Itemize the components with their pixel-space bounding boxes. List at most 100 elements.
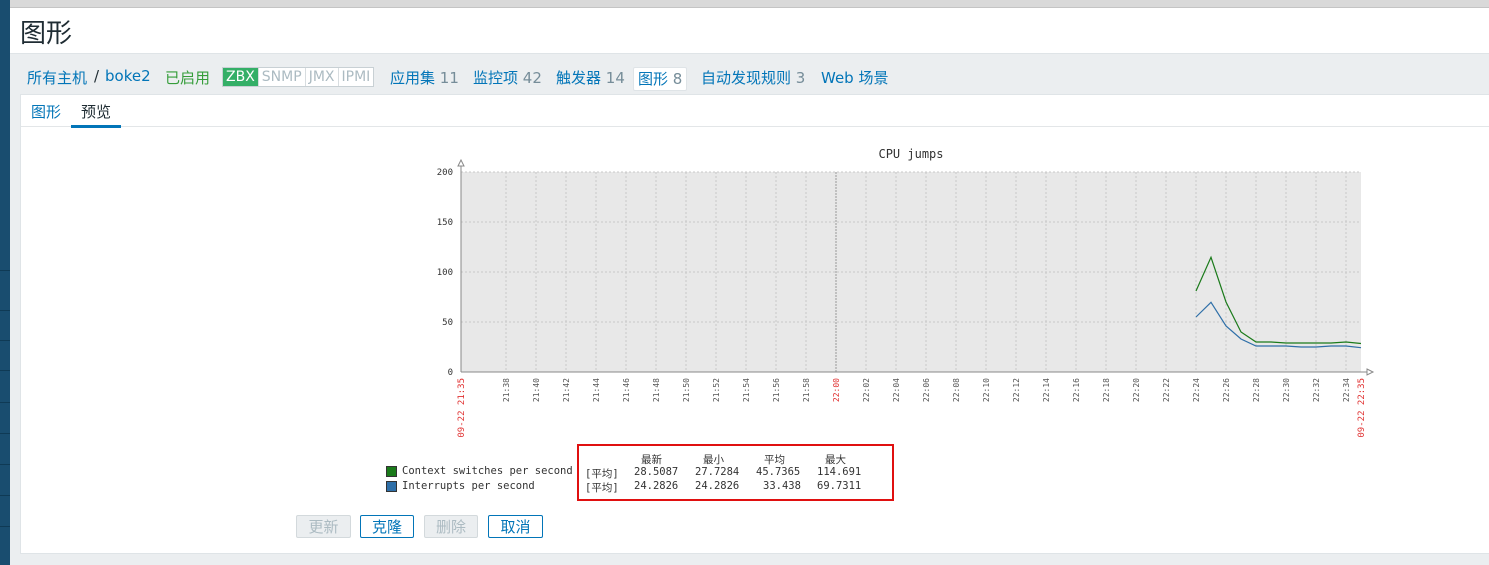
update-button[interactable]: 更新	[296, 515, 351, 538]
clone-button[interactable]: 克隆	[360, 515, 414, 538]
sidebar-slice[interactable]	[0, 465, 10, 496]
zbx-badge: ZBX	[223, 68, 259, 86]
x-tick-label: 21:50	[682, 378, 691, 402]
stat-max: 114.691	[817, 466, 862, 478]
stat-header-min: 最小	[703, 454, 724, 466]
x-tick-label: 22:04	[892, 378, 901, 402]
x-tick-label: 22:10	[982, 378, 991, 402]
ipmi-badge: IPMI	[341, 69, 371, 85]
graphs-link-active[interactable]: 图形 8	[633, 67, 688, 91]
triggers-link[interactable]: 触发器 14	[556, 67, 625, 88]
left-sidebar[interactable]	[0, 0, 10, 565]
sidebar-slice[interactable]	[0, 403, 10, 434]
x-tick-label: 22:16	[1072, 378, 1081, 402]
x-tick-label: 21:46	[622, 378, 631, 402]
delete-button[interactable]: 删除	[424, 515, 478, 538]
x-tick-label: 22:00	[832, 378, 841, 402]
sidebar-slice[interactable]	[0, 310, 10, 341]
x-tick-label: 22:30	[1282, 378, 1291, 402]
discovery-link[interactable]: 自动发现规则 3	[701, 67, 805, 88]
applications-label[interactable]: 应用集	[390, 69, 435, 87]
page-title: 图形	[20, 19, 73, 49]
x-tick-label: 22:24	[1192, 378, 1201, 402]
stat-last: 28.5087	[634, 466, 679, 478]
discovery-count: 3	[795, 69, 806, 87]
web-scenarios-link[interactable]: Web 场景	[821, 67, 888, 88]
x-tick-label: 22:08	[952, 378, 961, 402]
y-axis-arrow	[457, 158, 465, 167]
legend-label: Context switches per second	[402, 465, 573, 477]
sidebar-slice[interactable]	[0, 340, 10, 371]
y-tick-label: 100	[437, 268, 453, 278]
triggers-label[interactable]: 触发器	[556, 69, 601, 87]
x-tick-label: 21:38	[502, 378, 511, 402]
snmp-badge: SNMP	[259, 68, 306, 86]
stat-header-avg: 平均	[764, 454, 785, 466]
host-link[interactable]: boke2	[105, 67, 151, 85]
x-tick-label: 22:34	[1342, 378, 1351, 402]
x-tick-label: 21:48	[652, 378, 661, 402]
browser-top-strip	[0, 0, 1489, 8]
triggers-count: 14	[605, 69, 625, 87]
legend-swatch-blue	[386, 480, 397, 492]
graph-form-panel: 图形 预览 CPU jumps 0 50 100 150 200 21:38 21:40 21:…	[20, 94, 1489, 554]
sidebar-slice[interactable]	[0, 240, 10, 271]
page-header: 图形	[10, 8, 1489, 54]
tab-preview[interactable]: 预览	[71, 101, 122, 128]
tab-graph[interactable]: 图形	[31, 101, 61, 122]
x-tick-label: 22:22	[1162, 378, 1171, 402]
items-label[interactable]: 监控项	[473, 69, 518, 87]
stat-func: [平均]	[585, 468, 619, 480]
legend-swatch-green	[386, 465, 397, 477]
sidebar-slice[interactable]	[0, 280, 10, 311]
items-link[interactable]: 监控项 42	[473, 67, 542, 88]
x-tick-label: 21:54	[742, 378, 751, 402]
applications-link[interactable]: 应用集 11	[390, 67, 459, 88]
stat-max: 69.7311	[817, 480, 862, 492]
breadcrumb-separator: /	[94, 67, 100, 85]
x-tick-label: 21:58	[802, 378, 811, 402]
legend-item-interrupts: Interrupts per second	[386, 480, 535, 492]
stat-header-max: 最大	[825, 454, 846, 466]
stat-min: 24.2826	[695, 480, 740, 492]
stat-header-last: 最新	[641, 454, 662, 466]
x-tick-label: 22:02	[862, 378, 871, 402]
x-tick-label: 22:06	[922, 378, 931, 402]
x-tick-label: 22:28	[1252, 378, 1261, 402]
all-hosts-link[interactable]: 所有主机	[27, 67, 87, 88]
x-axis-arrow	[1366, 368, 1375, 376]
stat-avg: 45.7365	[756, 466, 801, 478]
sidebar-slice[interactable]	[0, 496, 10, 527]
stat-avg: 33.438	[763, 480, 801, 492]
x-start-label: 09-22 21:35	[457, 378, 467, 438]
x-tick-label: 22:26	[1222, 378, 1231, 402]
x-tick-label: 22:12	[1012, 378, 1021, 402]
chart-title: CPU jumps	[878, 147, 943, 161]
cancel-button[interactable]: 取消	[488, 515, 543, 538]
discovery-label[interactable]: 自动发现规则	[701, 69, 791, 87]
graphs-count: 8	[672, 70, 683, 88]
host-status-enabled[interactable]: 已启用	[165, 67, 210, 88]
x-tick-label: 21:42	[562, 378, 571, 402]
x-tick-label: 22:14	[1042, 378, 1051, 402]
host-navigation: 所有主机 / boke2 已启用 ZBX SNMP JMX IPMI 应用集 1…	[10, 54, 1489, 94]
legend-item-context-switches: Context switches per second	[386, 465, 573, 477]
applications-count: 11	[439, 69, 459, 87]
graphs-label[interactable]: 图形	[638, 70, 668, 88]
stat-func: [平均]	[585, 482, 619, 494]
x-tick-label: 22:18	[1102, 378, 1111, 402]
cpu-jumps-chart: CPU jumps 0 50 100 150 200 21:38 21:40 21:42 21:4…	[437, 147, 1375, 438]
y-tick-label: 0	[448, 368, 453, 378]
sidebar-slice[interactable]	[0, 434, 10, 465]
availability-indicators: ZBX SNMP JMX IPMI	[222, 67, 375, 87]
y-tick-label: 200	[437, 168, 453, 178]
x-tick-label: 22:20	[1132, 378, 1141, 402]
y-tick-label: 50	[442, 318, 453, 328]
x-tick-label: 21:40	[532, 378, 541, 402]
x-tick-label: 22:32	[1312, 378, 1321, 402]
legend-stats-highlight-box: 最新 最小 平均 最大 [平均] 28.5087 27.7284 45.7365…	[577, 444, 894, 501]
x-tick-label: 21:56	[772, 378, 781, 402]
sidebar-slice[interactable]	[0, 372, 10, 403]
x-tick-label: 21:44	[592, 378, 601, 402]
x-end-label: 09-22 22:35	[1357, 378, 1367, 438]
